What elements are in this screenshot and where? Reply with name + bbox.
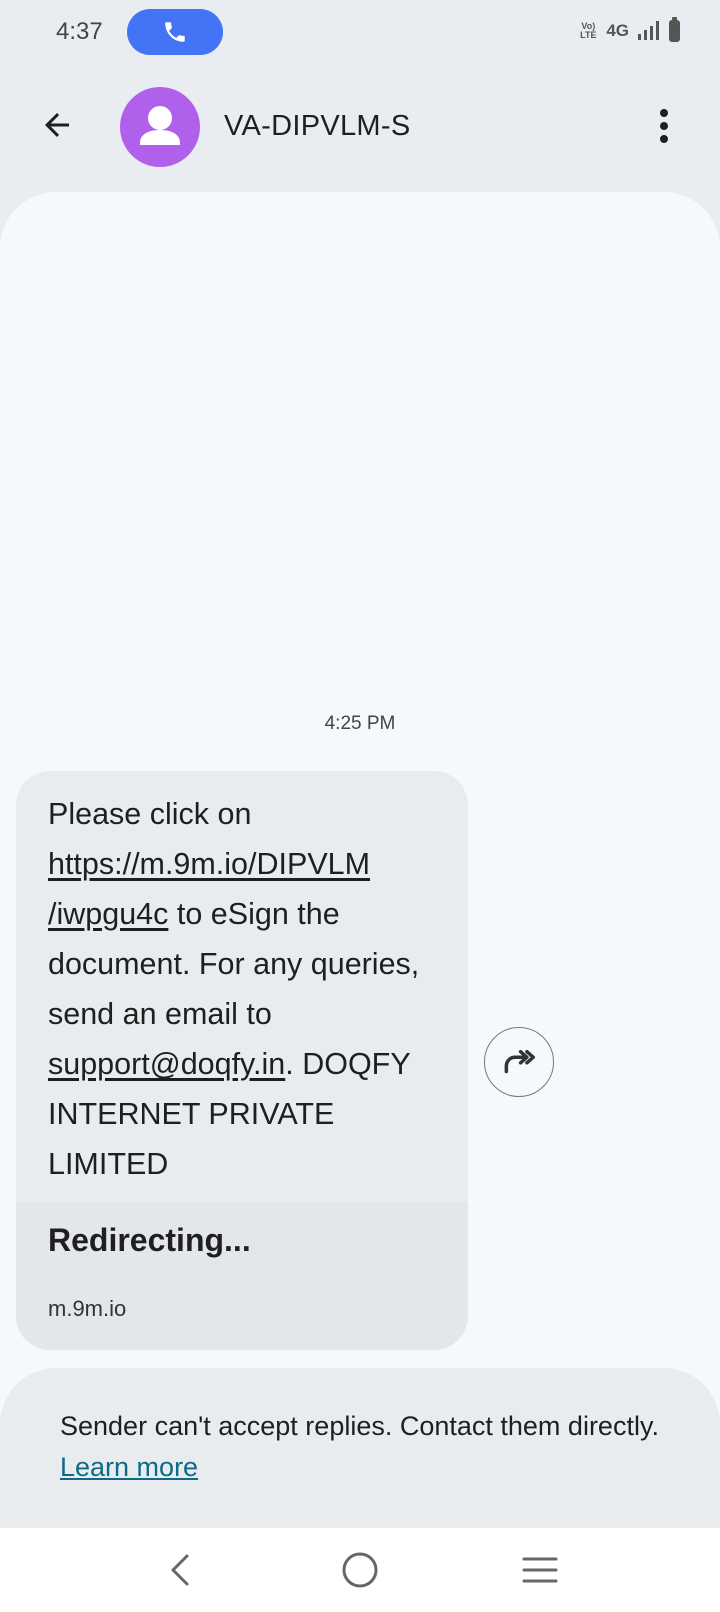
nav-back-icon <box>171 1554 189 1586</box>
phone-icon <box>165 22 185 42</box>
status-bar: 4:37 Vo) LTE 4G <box>0 0 720 66</box>
system-nav-bar <box>0 1528 720 1612</box>
arrow-back-icon <box>45 113 69 137</box>
battery-icon <box>669 17 680 42</box>
reply-notice: Sender can't accept replies. Contact the… <box>0 1368 720 1528</box>
nav-home-button[interactable] <box>332 1542 388 1598</box>
status-time: 4:37 <box>56 18 103 45</box>
signal-bars-icon <box>638 21 659 40</box>
preview-title: Redirecting... <box>48 1222 251 1258</box>
person-avatar-icon <box>140 106 180 145</box>
link-preview-card[interactable]: Redirecting... m.9m.io <box>16 1202 468 1350</box>
nav-recents-icon <box>522 1557 558 1583</box>
message-bubble[interactable]: Please click on https://m.9m.io/DIPVLM/i… <box>16 771 468 1350</box>
status-icons: Vo) LTE 4G <box>578 17 680 42</box>
network-type: 4G <box>606 21 629 40</box>
forward-share-icon <box>504 1049 535 1074</box>
ongoing-call-chip[interactable] <box>127 9 223 55</box>
nav-recents-button[interactable] <box>512 1542 568 1598</box>
contact-name[interactable]: VA-DIPVLM-S <box>224 110 410 143</box>
forward-button[interactable] <box>484 1027 554 1097</box>
message-email-link[interactable]: support@doqfy.in <box>48 1047 285 1081</box>
nav-back-button[interactable] <box>152 1542 208 1598</box>
contact-avatar[interactable] <box>120 87 200 167</box>
preview-domain: m.9m.io <box>48 1296 127 1321</box>
learn-more-link[interactable]: Learn more <box>60 1452 198 1482</box>
more-vert-icon <box>660 109 668 143</box>
nav-home-icon <box>342 1552 378 1588</box>
reply-notice-text: Sender can't accept replies. Contact the… <box>60 1411 659 1482</box>
message-text: Please click on https://m.9m.io/DIPVLM/i… <box>48 797 420 1181</box>
volte-icon: Vo) LTE <box>580 21 597 40</box>
more-options-button[interactable] <box>648 98 680 154</box>
back-button[interactable] <box>30 98 84 152</box>
conversation-header: VA-DIPVLM-S <box>0 70 720 188</box>
message-timestamp: 4:25 PM <box>324 713 396 734</box>
